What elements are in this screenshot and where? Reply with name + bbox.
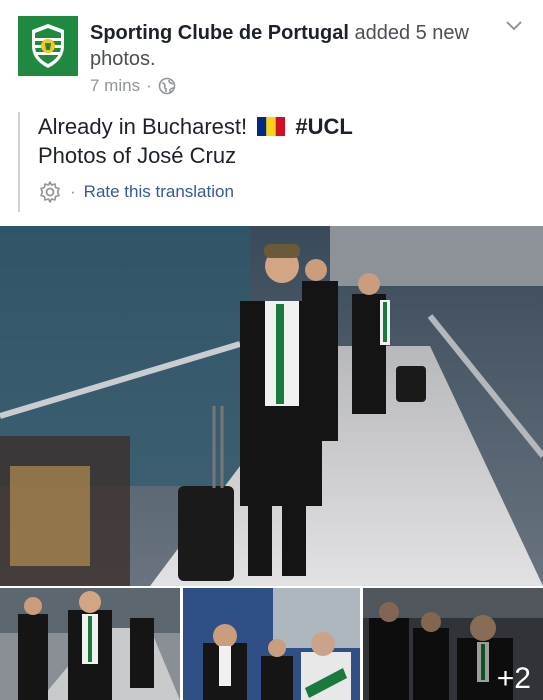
separator-dot: · <box>146 76 152 95</box>
thumbnail-photo-2[interactable] <box>183 588 360 700</box>
message-text: Already in Bucharest! <box>38 114 248 139</box>
post-timestamp-row: 7 mins · <box>90 76 176 96</box>
hashtag-link[interactable]: #UCL <box>295 114 352 139</box>
chevron-down-icon[interactable] <box>503 14 525 36</box>
thumbnail-photo-1[interactable] <box>0 588 180 700</box>
thumbnail-image <box>183 588 360 700</box>
page-name-link[interactable]: Sporting Clube de Portugal <box>90 22 349 44</box>
post-time[interactable]: 7 mins <box>90 76 140 96</box>
more-photos-overlay[interactable]: +2 <box>363 588 543 700</box>
post-header: Sporting Clube de Portugal added 5 new p… <box>0 0 543 105</box>
post-title-line: Sporting Clube de Portugal added 5 new p… <box>90 20 490 72</box>
main-photo[interactable] <box>0 226 543 586</box>
romania-flag-icon <box>257 117 286 136</box>
globe-icon <box>158 77 176 95</box>
translation-row: · Rate this translation <box>38 180 518 204</box>
rate-translation-link[interactable]: Rate this translation <box>84 182 234 202</box>
more-photos-count: +2 <box>496 662 531 695</box>
photo-thumbnails: +2 <box>0 588 543 700</box>
message-line-1: Already in Bucharest! #UCL <box>38 112 518 141</box>
thumbnail-photo-3[interactable]: +2 <box>363 588 543 700</box>
airport-photo-image <box>0 226 543 586</box>
page-avatar[interactable] <box>18 16 78 76</box>
post-message: Already in Bucharest! #UCL Photos of Jos… <box>18 112 518 212</box>
scp-crest-logo <box>18 16 78 76</box>
thumbnail-image <box>0 588 180 700</box>
gear-icon[interactable] <box>38 180 62 204</box>
separator-dot: · <box>70 182 76 201</box>
message-line-2: Photos of José Cruz <box>38 143 237 168</box>
